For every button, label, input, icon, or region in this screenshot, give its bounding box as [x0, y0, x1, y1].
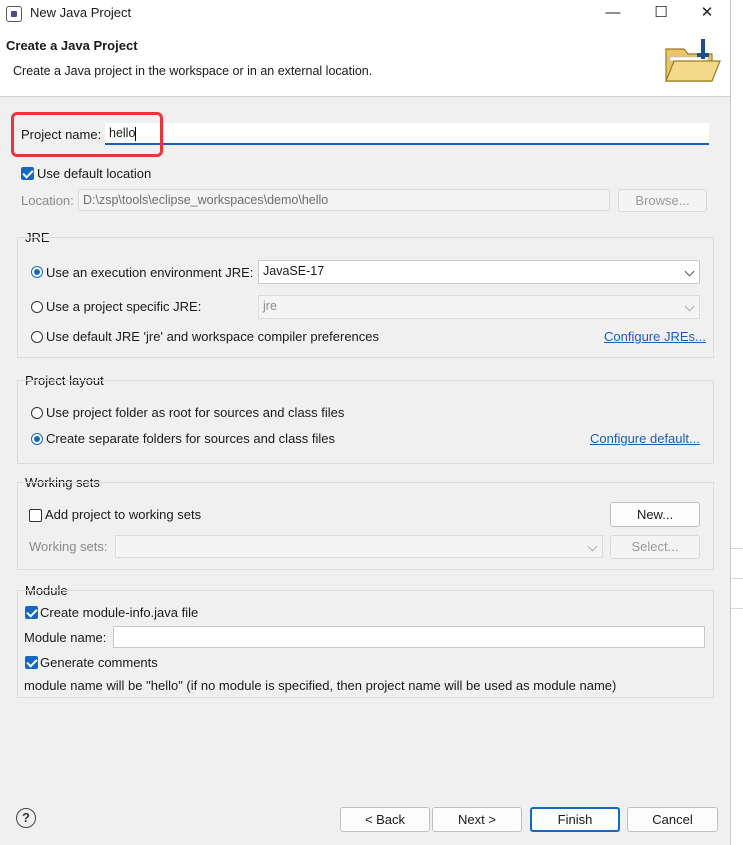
chevron-down-icon [684, 266, 695, 277]
module-name-input[interactable] [113, 626, 705, 648]
module-name-label: Module name: [24, 630, 107, 645]
chevron-down-icon [587, 541, 598, 552]
background-divider [731, 578, 743, 579]
project-specific-jre-label: Use a project specific JRE: [46, 299, 202, 314]
working-sets-label: Working sets: [29, 539, 108, 554]
project-name-input[interactable]: hello [105, 123, 709, 145]
wizard-banner: Create a Java Project Create a Java proj… [0, 27, 730, 97]
separate-folders-label: Create separate folders for sources and … [46, 431, 336, 446]
maximize-button[interactable]: ☐ [638, 0, 684, 27]
minimize-button[interactable]: — [590, 0, 636, 27]
location-input[interactable]: D:\zsp\tools\eclipse_workspaces\demo\hel… [78, 189, 610, 211]
window-title: New Java Project [30, 5, 132, 20]
title-bar: New Java Project — ☐ ✕ [0, 0, 730, 27]
background-divider [731, 608, 743, 609]
background-divider [731, 548, 743, 549]
add-to-working-sets-checkbox[interactable] [29, 509, 42, 522]
wizard-title: Create a Java Project [6, 38, 138, 53]
browse-button[interactable]: Browse... [618, 189, 707, 212]
generate-comments-label: Generate comments [40, 655, 158, 670]
new-working-set-button[interactable]: New... [610, 502, 700, 527]
wizard-description: Create a Java project in the workspace o… [13, 64, 373, 78]
use-default-location-checkbox[interactable] [21, 167, 34, 180]
highlight-box [11, 112, 163, 157]
background-window-strip [731, 0, 743, 845]
chevron-down-icon [684, 301, 695, 312]
project-folder-root-radio[interactable] [31, 407, 43, 419]
execution-env-radio[interactable] [31, 266, 43, 278]
help-icon[interactable]: ? [16, 808, 36, 828]
generate-comments-checkbox[interactable] [25, 656, 38, 669]
configure-default-link[interactable]: Configure default... [590, 431, 700, 446]
cancel-button[interactable]: Cancel [627, 807, 718, 832]
project-layout-group [17, 380, 714, 464]
close-button[interactable]: ✕ [684, 0, 730, 27]
eclipse-icon [6, 6, 22, 22]
module-name-note: module name will be "hello" (if no modul… [24, 678, 617, 693]
location-label: Location: [21, 193, 74, 208]
folder-icon [665, 39, 721, 82]
create-module-info-label: Create module-info.java file [40, 605, 199, 620]
select-working-sets-button[interactable]: Select... [610, 535, 700, 559]
execution-env-select[interactable]: JavaSE-17 [258, 260, 700, 284]
project-specific-jre-value: jre [263, 299, 277, 313]
working-sets-select[interactable] [115, 535, 603, 558]
back-button[interactable]: < Back [340, 807, 430, 832]
next-button[interactable]: Next > [432, 807, 522, 832]
add-to-working-sets-label: Add project to working sets [45, 507, 202, 522]
separate-folders-radio[interactable] [31, 433, 43, 445]
use-default-location-label: Use default location [37, 166, 152, 181]
project-folder-root-label: Use project folder as root for sources a… [46, 405, 345, 420]
project-specific-jre-radio[interactable] [31, 301, 43, 313]
create-module-info-checkbox[interactable] [25, 606, 38, 619]
default-jre-label: Use default JRE 'jre' and workspace comp… [46, 329, 380, 344]
new-java-project-dialog: New Java Project — ☐ ✕ Create a Java Pro… [0, 0, 731, 845]
configure-jres-link[interactable]: Configure JREs... [604, 329, 706, 344]
default-jre-radio[interactable] [31, 331, 43, 343]
project-specific-jre-select[interactable]: jre [258, 295, 700, 319]
execution-env-value: JavaSE-17 [263, 264, 325, 278]
execution-env-label: Use an execution environment JRE: [46, 265, 254, 280]
finish-button[interactable]: Finish [530, 807, 620, 832]
